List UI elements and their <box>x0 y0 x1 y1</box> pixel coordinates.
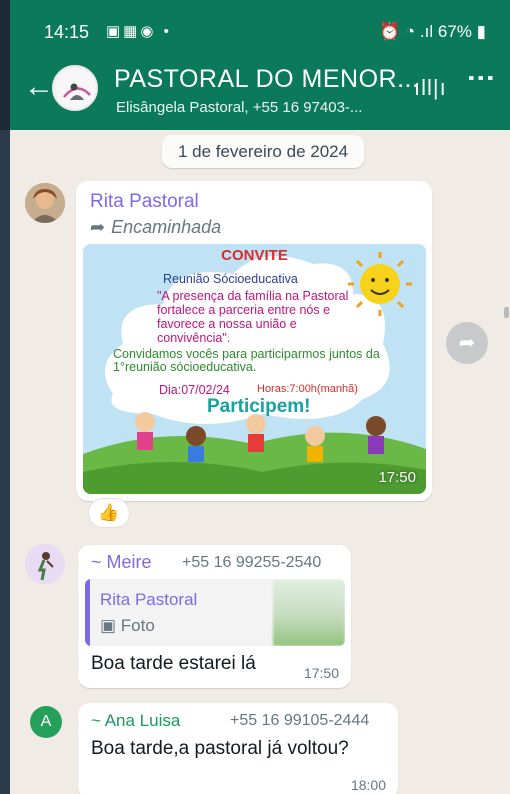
message-sender[interactable]: ~ Meire <box>91 552 152 573</box>
date-chip: 1 de fevereiro de 2024 <box>162 135 364 168</box>
status-time: 14:15 <box>44 22 90 42</box>
invite-line-1: Reunião Sócioeducativa <box>163 272 298 286</box>
group-avatar[interactable] <box>52 65 98 111</box>
voice-call-icon[interactable]: ıll|ı <box>414 75 447 101</box>
quoted-sender: Rita Pastoral <box>100 590 198 609</box>
message-sender[interactable]: Rita Pastoral <box>90 191 199 213</box>
forwarded-label: ➦ Encaminhada <box>90 217 221 238</box>
status-right: ⏰ ◔ .ıl 67% ▮ <box>379 22 486 42</box>
thumbs-up-icon: 👍 <box>98 503 120 522</box>
meire-avatar[interactable] <box>25 544 65 584</box>
back-arrow-icon[interactable]: ← <box>24 72 54 102</box>
quote-accent-bar <box>85 579 90 646</box>
share-forward-icon[interactable]: ➦ <box>446 322 488 364</box>
rita-avatar[interactable] <box>25 183 65 223</box>
message-text: Boa tarde,a pastoral já voltou? <box>91 738 349 759</box>
signal-icon: .ıl <box>419 22 434 41</box>
chat-screen: 14:15 ▣▦◉ • ⏰ ◔ .ıl 67% ▮ ← PASTORAL DO … <box>0 0 510 794</box>
invitation-image[interactable]: CONVITE Reunião Sócioeducativa "A presen… <box>83 244 426 494</box>
quoted-type-label: Foto <box>120 616 155 635</box>
message-bubble[interactable]: ~ Ana Luisa +55 16 99105-2444 Boa tarde,… <box>78 703 398 794</box>
invite-callout: Participem! <box>207 396 311 417</box>
invite-time: Horas:7:00h(manhã) <box>257 383 358 395</box>
message-time: 18:00 <box>350 777 386 793</box>
more-options-icon[interactable]: ⋮ <box>466 64 497 92</box>
forwarded-text: Encaminhada <box>111 217 222 237</box>
scroll-handle[interactable] <box>504 307 509 318</box>
battery-icon: ▮ <box>476 22 486 41</box>
wifi-icon: ◔ <box>404 22 416 41</box>
quoted-message[interactable]: Rita Pastoral ▣ Foto <box>85 579 345 646</box>
message-text: Boa tarde estarei lá <box>91 653 256 674</box>
chat-header: ← PASTORAL DO MENOR... Elisângela Pastor… <box>10 44 510 130</box>
message-bubble[interactable]: ~ Meire +55 16 99255-2540 Rita Pastoral … <box>78 545 351 688</box>
chat-title[interactable]: PASTORAL DO MENOR... <box>114 65 419 94</box>
quoted-type: ▣ Foto <box>100 616 155 636</box>
ana-luisa-avatar[interactable]: A <box>30 706 62 738</box>
alarm-icon: ⏰ <box>378 22 401 41</box>
invite-title: CONVITE <box>221 247 288 264</box>
invite-line-3: Convidamos vocês para participarmos junt… <box>113 347 380 374</box>
reaction-badge[interactable]: 👍 <box>88 498 130 528</box>
forward-arrow-icon: ➦ <box>90 217 106 237</box>
notification-icons: ▣▦◉ • <box>106 23 172 40</box>
sender-phone[interactable]: +55 16 99255-2540 <box>182 554 321 572</box>
message-time: 17:50 <box>378 469 416 486</box>
message-time: 17:50 <box>303 665 339 681</box>
message-bubble[interactable]: Rita Pastoral ➦ Encaminhada CONVITE Reun… <box>76 181 432 501</box>
status-bar: 14:15 ▣▦◉ • ⏰ ◔ .ıl 67% ▮ <box>10 0 510 44</box>
invite-line-2: "A presença da família na Pastoral forta… <box>157 289 349 345</box>
chat-participants[interactable]: Elisângela Pastoral, +55 16 97403-... <box>116 99 362 116</box>
message-sender[interactable]: ~ Ana Luisa <box>91 711 180 731</box>
battery-level: 67% <box>437 22 472 41</box>
quoted-thumbnail <box>273 579 345 646</box>
photo-icon: ▣ <box>100 616 121 635</box>
sender-phone[interactable]: +55 16 99105-2444 <box>230 712 369 730</box>
left-frame <box>0 0 10 794</box>
